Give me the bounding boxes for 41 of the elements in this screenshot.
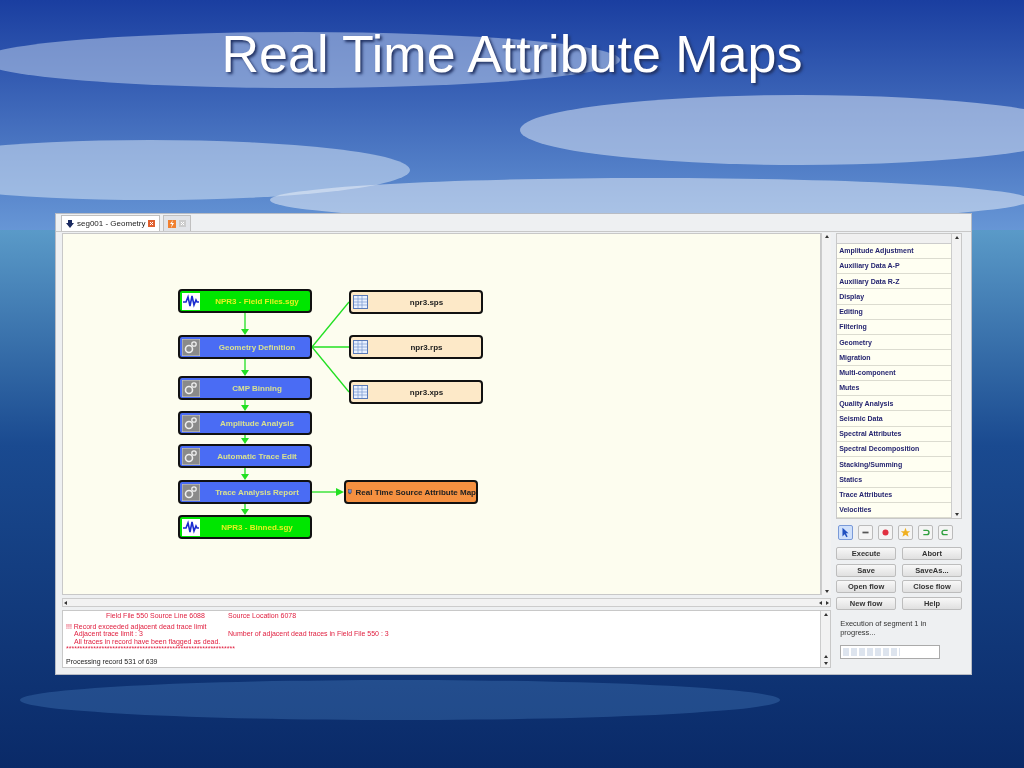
slide-title: Real Time Attribute Maps	[221, 24, 803, 85]
table-icon	[353, 295, 368, 309]
vertical-scrollbar[interactable]	[951, 234, 961, 518]
file-node[interactable]: npr3.xps	[349, 380, 483, 404]
editor-tab[interactable]: seg001 - Geometry	[61, 215, 161, 231]
vertical-scrollbar[interactable]	[820, 611, 831, 667]
waveform-icon	[182, 292, 200, 310]
connector-arrow	[241, 503, 249, 515]
gears-icon	[182, 379, 200, 397]
connector-arrow	[241, 312, 249, 335]
record-icon[interactable]	[878, 525, 894, 540]
connector-arrow	[241, 467, 249, 480]
table-icon	[353, 385, 368, 399]
connector-arrow	[241, 358, 249, 376]
gears-icon	[182, 414, 200, 432]
file-node[interactable]: npr3.sps	[349, 290, 483, 314]
table-icon	[353, 340, 368, 354]
gears-icon	[182, 483, 200, 501]
scroll-arrow-icon[interactable]	[823, 234, 830, 240]
scroll-arrow-icon[interactable]	[63, 599, 69, 606]
vertical-scrollbar[interactable]	[821, 233, 832, 595]
lightning-icon	[168, 219, 177, 228]
editor-tab[interactable]	[163, 215, 192, 231]
close-icon[interactable]	[148, 220, 156, 227]
minus-icon[interactable]	[858, 525, 874, 540]
download-icon	[66, 219, 74, 228]
file-node[interactable]: npr3.rps	[349, 335, 483, 359]
horizontal-scrollbar[interactable]	[62, 598, 832, 607]
pointer-icon[interactable]	[838, 525, 854, 540]
star-icon[interactable]	[898, 525, 914, 540]
gears-icon	[182, 447, 200, 465]
undo-icon[interactable]	[918, 525, 934, 540]
scroll-arrow-icon[interactable]	[953, 235, 960, 241]
connector-arrow	[311, 488, 344, 496]
scroll-arrow-icon[interactable]	[953, 511, 960, 517]
gears-icon	[182, 338, 200, 356]
waveform-icon	[182, 518, 200, 536]
redo-icon[interactable]	[938, 525, 954, 540]
connector-arrow	[241, 434, 249, 444]
connector-arrow	[241, 399, 249, 411]
output-node[interactable]: Real Time Source Attribute Map	[344, 480, 478, 504]
